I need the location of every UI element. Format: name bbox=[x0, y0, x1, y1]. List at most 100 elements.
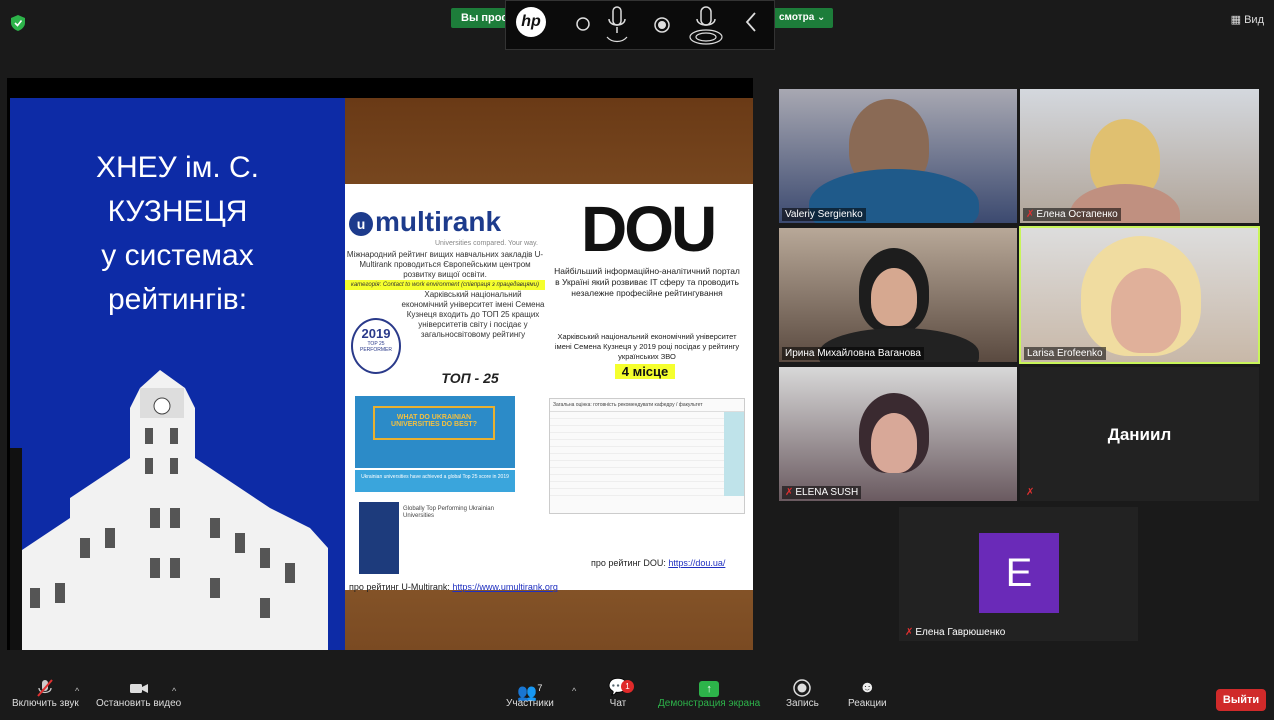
hp-logo: hp bbox=[516, 7, 546, 37]
table-row bbox=[550, 468, 744, 475]
video-tile-valeriy[interactable]: Valeriy Sergienko bbox=[779, 89, 1017, 223]
dou-link-prefix: про рейтинг DOU: bbox=[591, 558, 669, 568]
participant-name: ✗ Елена Гаврюшенко bbox=[902, 626, 1008, 639]
title-line: КУЗНЕЦЯ bbox=[107, 195, 248, 228]
participant-name: Valeriy Sergienko bbox=[782, 208, 866, 221]
table-bar bbox=[724, 475, 744, 482]
video-options-caret[interactable]: ^ bbox=[172, 686, 176, 696]
table-bar bbox=[724, 419, 744, 426]
share-screen-icon: ↑ bbox=[699, 681, 720, 697]
microphone-array-icon[interactable] bbox=[688, 5, 724, 47]
table-row bbox=[550, 419, 744, 426]
video-tile-daniil[interactable]: Даниил ✗ bbox=[1020, 367, 1259, 501]
participant-name-text: ELENA SUSH bbox=[795, 487, 859, 498]
table-bar bbox=[724, 426, 744, 433]
video-tile-larisa-active-speaker[interactable]: Larisa Erofeenko bbox=[1019, 226, 1260, 364]
banner-title: WHAT DO UKRAINIAN UNIVERSITIES DO BEST? bbox=[373, 406, 495, 440]
table-row bbox=[550, 447, 744, 454]
multirank-highlight: категорія: Contact to work environment (… bbox=[345, 280, 545, 290]
chat-label: Чат bbox=[609, 698, 627, 709]
participant-name: ✗ bbox=[1023, 486, 1039, 499]
slide-paper: u multirank Universities compared. Your w… bbox=[345, 184, 753, 592]
record-label: Запись bbox=[786, 698, 819, 709]
dou-link[interactable]: https://dou.ua/ bbox=[668, 558, 725, 568]
muted-microphone-icon bbox=[37, 679, 54, 697]
leave-button[interactable]: Выйти bbox=[1216, 689, 1266, 711]
table-row bbox=[550, 433, 744, 440]
video-camera-icon bbox=[129, 684, 148, 693]
table-bar bbox=[724, 433, 744, 440]
muted-mic-icon: ✗ bbox=[785, 487, 794, 498]
title-line: рейтингів: bbox=[107, 283, 248, 316]
participant-name: ✗ Елена Остапенко bbox=[1023, 208, 1121, 221]
video-tile-irina[interactable]: Ирина Михайловна Ваганова bbox=[779, 228, 1017, 362]
stop-video-button[interactable]: Остановить видео bbox=[96, 678, 181, 709]
badge-year: 2019 bbox=[361, 326, 391, 341]
shield-icon[interactable] bbox=[11, 15, 25, 31]
table-row bbox=[550, 426, 744, 433]
u-logo-icon: u bbox=[349, 211, 373, 236]
reactions-label: Реакции bbox=[848, 698, 887, 709]
muted-mic-icon: ✗ bbox=[1026, 487, 1035, 498]
participant-name-text: Larisa Erofeenko bbox=[1027, 348, 1103, 359]
record-icon bbox=[793, 679, 812, 697]
participant-face bbox=[871, 268, 917, 326]
unmute-label: Включить звук bbox=[12, 698, 79, 709]
table-bar bbox=[724, 461, 744, 468]
dou-link-line: про рейтинг DOU: https://dou.ua/ bbox=[591, 558, 725, 568]
banner-subtitle: Ukrainian universities have achieved a g… bbox=[355, 470, 515, 492]
participant-name-text: Valeriy Sergienko bbox=[785, 209, 863, 220]
reactions-button[interactable]: ☻ Реакции bbox=[848, 678, 887, 709]
table-row bbox=[550, 412, 744, 419]
share-screen-button[interactable]: ↑ Демонстрация экрана bbox=[658, 678, 760, 709]
table-bar bbox=[724, 447, 744, 454]
table-row bbox=[550, 454, 744, 461]
table-row bbox=[550, 475, 744, 482]
top25-label: ТОП - 25 bbox=[441, 370, 499, 386]
circle-icon[interactable] bbox=[576, 17, 590, 31]
record-button[interactable]: Запись bbox=[786, 678, 819, 709]
table-bar bbox=[724, 454, 744, 461]
table-bar bbox=[724, 482, 744, 489]
table-bar bbox=[724, 440, 744, 447]
top25-badge: 2019 TOP 25 PERFORMER bbox=[351, 318, 401, 374]
video-tile-elena-gavryushenko[interactable]: E ✗ Елена Гаврюшенко bbox=[899, 507, 1138, 641]
audio-options-caret[interactable]: ^ bbox=[75, 686, 79, 696]
stop-video-label: Остановить видео bbox=[96, 698, 182, 709]
dou-description2: Харківський національний економічний уні… bbox=[554, 332, 740, 361]
table-row bbox=[550, 440, 744, 447]
report-cover bbox=[359, 502, 399, 574]
participants-options-caret[interactable]: ^ bbox=[572, 686, 576, 696]
multirank-tagline: Universities compared. Your way. bbox=[435, 240, 538, 247]
multirank-desc: Міжнародний рейтинг вищих навчальних зак… bbox=[346, 250, 544, 279]
microphone-icon[interactable] bbox=[604, 5, 630, 45]
participants-icon: 👥7 bbox=[517, 683, 543, 702]
unmute-button[interactable]: Включить звук bbox=[12, 678, 79, 709]
slide-right-panel: u multirank Universities compared. Your w… bbox=[345, 98, 753, 650]
collapse-chevron-icon[interactable] bbox=[744, 11, 758, 33]
video-tile-elena-sush[interactable]: ✗ ELENA SUSH bbox=[779, 367, 1017, 501]
table-bar bbox=[724, 489, 744, 496]
participant-name-text: Ирина Михайловна Ваганова bbox=[785, 348, 921, 359]
dou-table-header: Загальна оцінка: готовність рекомендуват… bbox=[550, 399, 744, 412]
share-screen-label: Демонстрация экрана bbox=[658, 698, 761, 709]
smiley-plus-icon: ☻ bbox=[858, 679, 876, 696]
multirank-link-line: про рейтинг U-Multirank: https://www.umu… bbox=[349, 582, 558, 592]
multirank-logo-text: multirank bbox=[375, 206, 502, 237]
record-dot-icon[interactable] bbox=[654, 17, 670, 33]
view-label: Вид bbox=[1244, 14, 1264, 26]
video-tile-elena-ostapenko[interactable]: ✗ Елена Остапенко bbox=[1020, 89, 1259, 223]
view-options-button[interactable]: смотра ⌄ bbox=[775, 8, 833, 28]
grid-icon: ▦ bbox=[1230, 14, 1245, 26]
viewing-banner[interactable]: Вы прос bbox=[451, 8, 505, 28]
title-line: у системах bbox=[101, 239, 254, 272]
meeting-toolbar: Включить звук ^ Остановить видео ^ 👥7 Уч… bbox=[0, 670, 1274, 720]
hp-overlay-bar: hp bbox=[505, 0, 775, 50]
multirank-link[interactable]: https://www.umultirank.org bbox=[452, 582, 558, 592]
participants-count: 7 bbox=[537, 683, 543, 693]
participants-button[interactable]: 👥7 Участники bbox=[506, 678, 554, 709]
dou-place: 4 місце bbox=[615, 364, 675, 379]
view-button[interactable]: ▦ Вид bbox=[1231, 13, 1264, 26]
share-icon-wrap: ↑ bbox=[658, 678, 760, 698]
table-row bbox=[550, 482, 744, 489]
